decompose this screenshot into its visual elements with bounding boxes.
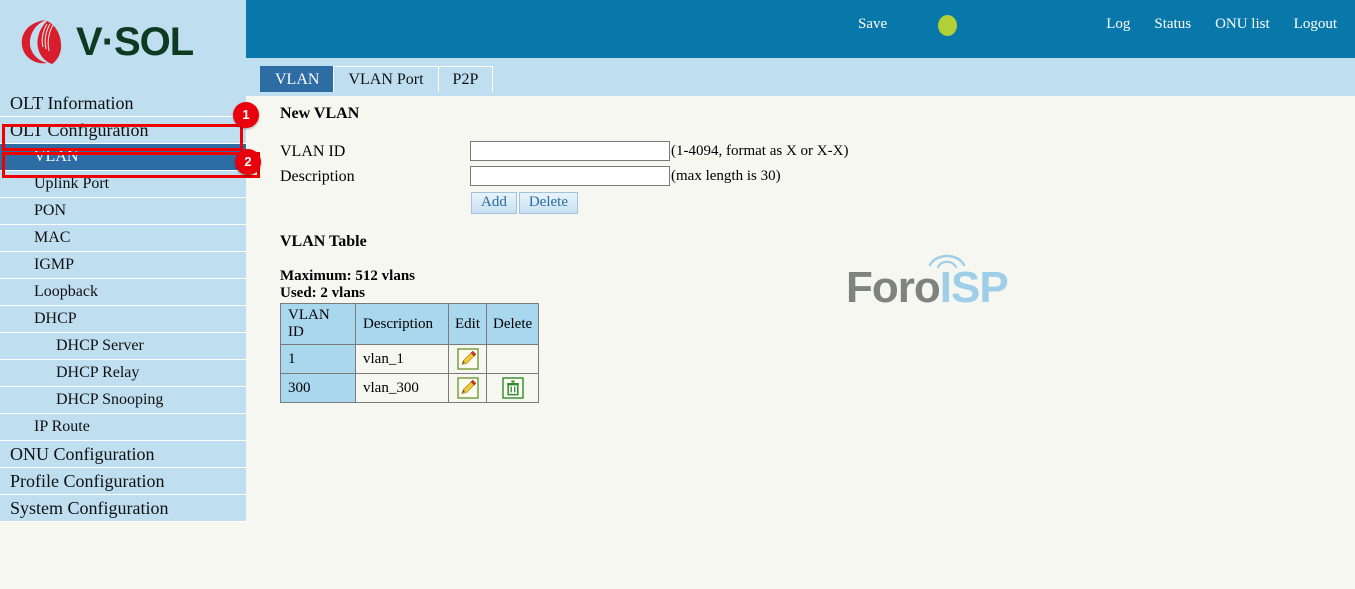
add-button[interactable]: Add <box>471 192 517 214</box>
edit-pencil-icon[interactable] <box>456 377 479 399</box>
description-label: Description <box>280 168 355 185</box>
log-link[interactable]: Log <box>1106 16 1130 33</box>
status-indicator-dot-icon <box>938 15 957 36</box>
annotation-badge-2: 2 <box>235 149 261 175</box>
column-header-vlan-id: VLAN ID <box>280 303 356 345</box>
cell-vlan-id: 300 <box>280 373 356 403</box>
delete-trash-icon[interactable] <box>501 377 524 399</box>
foroisp-watermark: ForoISP <box>846 254 1009 313</box>
save-button[interactable]: Save <box>858 16 887 33</box>
brand-logo: V·SOL <box>16 16 194 68</box>
delete-button[interactable]: Delete <box>518 192 578 214</box>
vlan-id-input[interactable] <box>470 141 670 161</box>
vlan-counts: Maximum: 512 vlans Used: 2 vlans <box>280 268 415 302</box>
vlan-table-heading: VLAN Table <box>280 233 367 250</box>
sidebar-item-olt-information[interactable]: OLT Information <box>0 90 246 117</box>
new-vlan-heading: New VLAN <box>280 105 360 122</box>
header-links: Log Status ONU list Logout <box>1106 16 1337 33</box>
sidebar-item-igmp[interactable]: IGMP <box>0 252 246 279</box>
sidebar-item-dhcp-server[interactable]: DHCP Server <box>0 333 246 360</box>
sidebar-item-dhcp[interactable]: DHCP <box>0 306 246 333</box>
top-header: Save Log Status ONU list Logout <box>246 0 1355 58</box>
edit-pencil-icon[interactable] <box>456 348 479 370</box>
cell-delete <box>485 373 540 403</box>
sidebar-item-ip-route[interactable]: IP Route <box>0 414 246 441</box>
sidebar-item-system-configuration[interactable]: System Configuration <box>0 495 246 522</box>
onu-list-link[interactable]: ONU list <box>1215 16 1270 33</box>
tab-list: VLAN VLAN Port P2P <box>260 66 494 92</box>
vlan-used-text: Used: 2 vlans <box>280 285 366 301</box>
vlan-table-body: 1 vlan_1 300 vlan_300 <box>280 344 540 403</box>
description-input[interactable] <box>470 166 670 186</box>
sidebar-item-vlan[interactable]: VLAN <box>0 144 246 171</box>
form-button-row: Add Delete <box>471 192 578 214</box>
sidebar-item-onu-configuration[interactable]: ONU Configuration <box>0 441 246 468</box>
description-hint: (max length is 30) <box>671 168 781 184</box>
content-area: New VLAN VLAN ID (1-4094, format as X or… <box>246 96 1355 589</box>
column-header-delete: Delete <box>485 303 540 345</box>
cell-delete <box>485 344 540 374</box>
column-header-description: Description <box>355 303 449 345</box>
sidebar: V·SOL OLT Information OLT Configuration … <box>0 0 246 589</box>
sidebar-item-dhcp-snooping[interactable]: DHCP Snooping <box>0 387 246 414</box>
sidebar-item-loopback[interactable]: Loopback <box>0 279 246 306</box>
sidebar-item-uplink-port[interactable]: Uplink Port <box>0 171 246 198</box>
sidebar-item-mac[interactable]: MAC <box>0 225 246 252</box>
logo-area: V·SOL <box>0 0 246 90</box>
cell-edit <box>448 373 487 403</box>
watermark-text-foro: Foro <box>846 263 941 312</box>
table-row: 300 vlan_300 <box>280 373 540 403</box>
sidebar-item-olt-configuration[interactable]: OLT Configuration <box>0 117 246 144</box>
brand-name: V·SOL <box>76 20 194 64</box>
vlan-table-head: VLAN ID Description Edit Delete <box>280 303 540 345</box>
sidebar-item-pon[interactable]: PON <box>0 198 246 225</box>
page-root: V·SOL OLT Information OLT Configuration … <box>0 0 1355 589</box>
vlan-id-hint: (1-4094, format as X or X-X) <box>671 143 849 159</box>
watermark-text-isp: ISP <box>939 263 1009 312</box>
tab-vlan-port[interactable]: VLAN Port <box>333 66 439 92</box>
sidebar-nav: OLT Information OLT Configuration VLAN U… <box>0 90 246 522</box>
cell-vlan-id: 1 <box>280 344 356 374</box>
cell-description: vlan_1 <box>355 344 449 374</box>
column-header-edit: Edit <box>448 303 487 345</box>
vlan-table: VLAN ID Description Edit Delete 1 vlan_1 <box>280 303 540 403</box>
cell-description: vlan_300 <box>355 373 449 403</box>
table-row: 1 vlan_1 <box>280 344 540 374</box>
wifi-arc-icon <box>928 254 966 269</box>
logout-link[interactable]: Logout <box>1294 16 1337 33</box>
vsol-flame-logo-icon <box>21 20 62 64</box>
vlan-maximum-text: Maximum: 512 vlans <box>280 268 415 284</box>
sidebar-item-profile-configuration[interactable]: Profile Configuration <box>0 468 246 495</box>
sidebar-item-dhcp-relay[interactable]: DHCP Relay <box>0 360 246 387</box>
table-header-row: VLAN ID Description Edit Delete <box>280 303 540 345</box>
vlan-id-label: VLAN ID <box>280 143 346 160</box>
tab-p2p[interactable]: P2P <box>437 66 494 92</box>
annotation-badge-1: 1 <box>233 102 259 128</box>
cell-edit <box>448 344 487 374</box>
tab-strip: VLAN VLAN Port P2P <box>246 58 1355 96</box>
status-link[interactable]: Status <box>1154 16 1191 33</box>
tab-vlan[interactable]: VLAN <box>260 66 335 92</box>
